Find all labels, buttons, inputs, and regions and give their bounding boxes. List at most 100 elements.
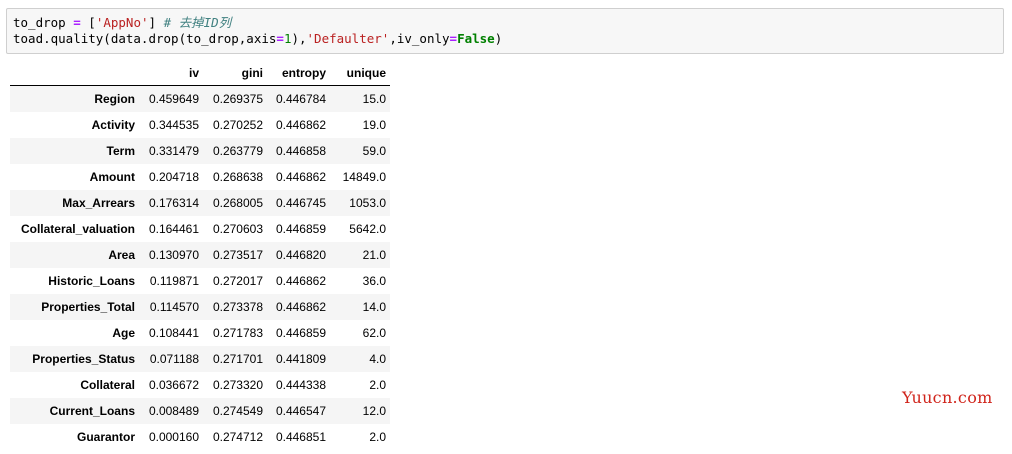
- code-line-1: to_drop = ['AppNo'] # 去掉ID列: [13, 15, 997, 31]
- table-row: Properties_Status 0.071188 0.271701 0.44180…: [10, 346, 390, 372]
- cell-unique: 19.0: [362, 118, 386, 132]
- code-string: 'AppNo': [95, 15, 149, 30]
- cell-unique: 2.0: [369, 378, 386, 392]
- cell-unique: 62.0: [362, 326, 386, 340]
- column-header-gini: gini: [203, 62, 267, 86]
- cell-unique: 5642.0: [349, 222, 386, 236]
- row-label: Amount: [89, 170, 135, 184]
- cell-entropy: 0.446862: [275, 300, 326, 314]
- row-label: Area: [108, 248, 135, 262]
- row-label: Guarantor: [76, 430, 135, 444]
- cell-unique: 14.0: [362, 300, 386, 314]
- quality-dataframe: iv gini entropy unique Region 0.459649 0.2…: [10, 62, 390, 450]
- cell-entropy: 0.446862: [275, 170, 326, 184]
- row-label: Collateral_valuation: [20, 222, 135, 236]
- cell-iv: 0.119871: [149, 274, 199, 288]
- cell-gini: 0.268005: [212, 196, 263, 210]
- cell-entropy: 0.444338: [275, 378, 326, 392]
- cell-entropy: 0.446858: [275, 144, 326, 158]
- row-label: Region: [94, 92, 135, 106]
- cell-gini: 0.274712: [212, 430, 263, 444]
- cell-unique: 14849.0: [342, 170, 386, 184]
- cell-entropy: 0.446820: [275, 248, 326, 262]
- column-header-iv: iv: [139, 62, 203, 86]
- header-row: iv gini entropy unique: [10, 62, 390, 86]
- cell-gini: 0.270603: [212, 222, 263, 236]
- code-punct: ): [494, 31, 503, 46]
- cell-iv: 0.331479: [148, 144, 199, 158]
- row-label: Activity: [91, 118, 135, 132]
- cell-gini: 0.269375: [212, 92, 263, 106]
- cell-unique: 15.0: [362, 92, 386, 106]
- code-string: 'Defaulter': [306, 31, 390, 46]
- watermark-text: Yuucn.com: [902, 388, 993, 407]
- cell-gini: 0.271701: [212, 352, 263, 366]
- cell-gini: 0.263779: [212, 144, 263, 158]
- code-arg: ,iv_only: [389, 31, 450, 46]
- row-label: Collateral: [80, 378, 135, 392]
- cell-output: iv gini entropy unique Region 0.459649 0.2…: [10, 62, 390, 450]
- row-label: Properties_Total: [41, 300, 135, 314]
- cell-iv: 0.036672: [148, 378, 199, 392]
- cell-entropy: 0.441809: [275, 352, 326, 366]
- code-punct: [: [80, 15, 96, 30]
- cell-gini: 0.273320: [212, 378, 263, 392]
- cell-iv: 0.164461: [148, 222, 199, 236]
- cell-unique: 59.0: [362, 144, 386, 158]
- column-header-unique: unique: [330, 62, 390, 86]
- cell-gini: 0.273378: [212, 300, 263, 314]
- cell-iv: 0.000160: [148, 430, 199, 444]
- row-label: Current_Loans: [49, 404, 135, 418]
- table-body: Region 0.459649 0.269375 0.446784 15.0 Activi…: [10, 85, 390, 450]
- code-cell-input[interactable]: to_drop = ['AppNo'] # 去掉ID列 toad.quality(…: [6, 8, 1004, 54]
- column-header-index: [10, 62, 139, 86]
- table-row: Historic_Loans 0.119871 0.272017 0.446862 36…: [10, 268, 390, 294]
- column-header-entropy: entropy: [267, 62, 330, 86]
- cell-unique: 1053.0: [349, 196, 386, 210]
- code-line-2: toad.quality(data.drop(to_drop,axis=1),'…: [13, 31, 997, 47]
- cell-iv: 0.344535: [148, 118, 199, 132]
- code-operator: =: [276, 31, 284, 46]
- table-row: Properties_Total 0.114570 0.273378 0.446862…: [10, 294, 390, 320]
- row-label: Historic_Loans: [48, 274, 135, 288]
- cell-unique: 12.0: [362, 404, 386, 418]
- table-row: Max_Arrears 0.176314 0.268005 0.446745 1053.…: [10, 190, 390, 216]
- cell-gini: 0.272017: [212, 274, 263, 288]
- cell-unique: 2.0: [369, 430, 386, 444]
- table-row: Current_Loans 0.008489 0.274549 0.446547 12.…: [10, 398, 390, 424]
- row-label: Properties_Status: [32, 352, 135, 366]
- cell-iv: 0.108441: [148, 326, 199, 340]
- table-row: Amount 0.204718 0.268638 0.446862 14849.0: [10, 164, 390, 190]
- cell-iv: 0.130970: [148, 248, 199, 262]
- table-row: Term 0.331479 0.263779 0.446858 59.0: [10, 138, 390, 164]
- cell-iv: 0.114570: [149, 300, 199, 314]
- cell-iv: 0.071188: [149, 352, 199, 366]
- code-comment: # 去掉ID列: [163, 15, 232, 30]
- cell-gini: 0.268638: [212, 170, 263, 184]
- table-row: Area 0.130970 0.273517 0.446820 21.0: [10, 242, 390, 268]
- cell-iv: 0.008489: [148, 404, 199, 418]
- cell-iv: 0.459649: [148, 92, 199, 106]
- table-row: Guarantor 0.000160 0.274712 0.446851 2.0: [10, 424, 390, 450]
- cell-entropy: 0.446745: [275, 196, 326, 210]
- cell-gini: 0.274549: [212, 404, 263, 418]
- code-punct: ]: [148, 15, 164, 30]
- table-header: iv gini entropy unique: [10, 62, 390, 86]
- cell-unique: 36.0: [362, 274, 386, 288]
- row-label: Term: [106, 144, 135, 158]
- cell-gini: 0.273517: [212, 248, 263, 262]
- code-punct: ),: [291, 31, 307, 46]
- table-row: Collateral 0.036672 0.273320 0.444338 2.0: [10, 372, 390, 398]
- cell-entropy: 0.446862: [275, 118, 326, 132]
- cell-iv: 0.204718: [148, 170, 199, 184]
- table-row: Age 0.108441 0.271783 0.446859 62.0: [10, 320, 390, 346]
- row-label: Max_Arrears: [62, 196, 135, 210]
- cell-gini: 0.271783: [212, 326, 263, 340]
- code-operator: =: [73, 15, 81, 30]
- cell-entropy: 0.446851: [275, 430, 326, 444]
- cell-entropy: 0.446784: [275, 92, 326, 106]
- table-row: Region 0.459649 0.269375 0.446784 15.0: [10, 85, 390, 112]
- cell-iv: 0.176314: [148, 196, 199, 210]
- code-call: toad.quality(data.drop(to_drop,axis: [13, 31, 277, 46]
- cell-gini: 0.270252: [212, 118, 263, 132]
